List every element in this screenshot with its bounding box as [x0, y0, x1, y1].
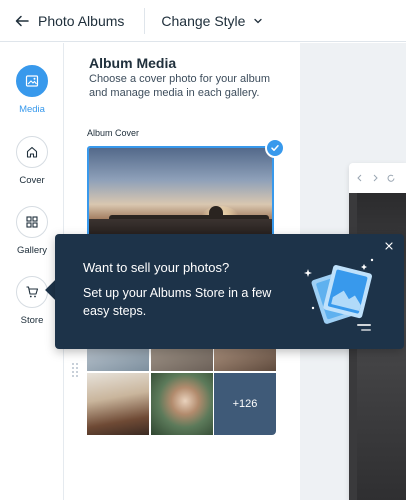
grid-icon — [26, 216, 38, 228]
back-label: Photo Albums — [38, 12, 125, 29]
cover-button[interactable] — [16, 136, 48, 168]
album-cover-image[interactable] — [87, 146, 274, 241]
change-style-dropdown[interactable]: Change Style — [161, 13, 263, 29]
rail-label-media: Media — [19, 104, 45, 115]
divider — [144, 7, 146, 34]
rail-label-cover: Cover — [19, 175, 45, 186]
rail-item-cover[interactable]: Cover — [0, 136, 64, 186]
selected-check-icon[interactable] — [265, 138, 285, 158]
media-button[interactable] — [16, 65, 48, 97]
panel-title: Album Media — [89, 55, 177, 71]
store-promo-tooltip: Want to sell your photos? Set up your Al… — [55, 234, 404, 349]
cart-icon — [26, 286, 39, 298]
rail-label-gallery: Gallery — [16, 245, 48, 256]
back-button[interactable]: Photo Albums — [0, 0, 124, 42]
photo-cards-illustration-icon — [304, 258, 374, 331]
image-icon — [25, 75, 39, 87]
more-media-tile[interactable]: +126 — [214, 373, 276, 435]
album-cover-label: Album Cover — [87, 128, 140, 138]
tooltip-title: Want to sell your photos? — [83, 260, 230, 275]
change-style-label: Change Style — [161, 12, 246, 29]
x-icon — [385, 242, 393, 250]
rail-item-media[interactable]: Media — [0, 65, 64, 115]
more-media-count: +126 — [232, 398, 258, 410]
store-button[interactable] — [16, 276, 48, 308]
arrow-left-icon — [15, 15, 29, 26]
home-icon — [26, 146, 38, 158]
close-icon[interactable] — [381, 238, 397, 254]
top-bar: Photo Albums Change Style — [0, 0, 406, 42]
browser-nav-icons — [357, 174, 395, 182]
drag-handle[interactable] — [72, 363, 78, 377]
gallery-button[interactable] — [16, 206, 48, 238]
chevron-down-icon — [254, 18, 263, 23]
rail-label-store: Store — [20, 315, 44, 326]
checkmark-icon — [271, 145, 279, 151]
gallery-thumbnail[interactable] — [151, 373, 213, 435]
gallery-thumbnail[interactable] — [87, 373, 149, 435]
tooltip-body: Set up your Albums Store in a few easy s… — [83, 286, 272, 318]
panel-description: Choose a cover photo for your album and … — [89, 73, 270, 99]
